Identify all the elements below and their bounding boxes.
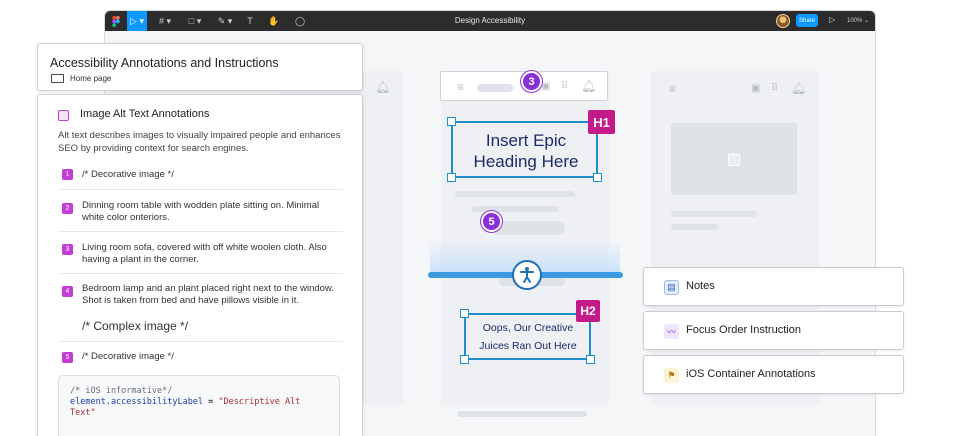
- hamburger-icon: ≡: [457, 80, 465, 94]
- item-text: Living room sofa, covered with off white…: [82, 242, 327, 265]
- bell-icon: 🔔︎: [375, 80, 391, 94]
- image-placeholder-icon: ▨: [671, 123, 797, 195]
- list-item: 2 Dinning room table with wodden plate s…: [58, 189, 343, 231]
- code-operator: =: [203, 397, 219, 407]
- placeholder-line: [671, 211, 757, 217]
- h2-tag-badge: H2: [576, 300, 600, 322]
- focus-order-label: Focus Order Instruction: [686, 324, 801, 336]
- annotations-header-panel: Accessibility Annotations and Instructio…: [37, 43, 363, 91]
- video-icon: ▣: [751, 83, 761, 94]
- section-title: Image Alt Text Annotations: [80, 108, 210, 120]
- item-number-badge: 1: [62, 169, 73, 180]
- trend-icon: 〰: [664, 324, 679, 339]
- grid-icon: ⠿: [561, 81, 569, 92]
- panel-title: Accessibility Annotations and Instructio…: [50, 56, 279, 70]
- h1-heading-text: Insert Epic Heading Here: [473, 131, 579, 171]
- notes-icon: ▤: [664, 280, 679, 295]
- item-note: /* Complex image */: [82, 319, 189, 333]
- item-text: /* Decorative image */: [82, 351, 174, 362]
- resize-handle[interactable]: [460, 355, 469, 364]
- item-number-badge: 5: [62, 352, 73, 363]
- resize-handle[interactable]: [593, 173, 602, 182]
- notes-button[interactable]: ▤ Notes: [643, 267, 904, 306]
- item-number-badge: 2: [62, 203, 73, 214]
- focus-order-badge-3[interactable]: 3: [521, 71, 542, 92]
- ios-container-button[interactable]: ⚑ iOS Container Annotations: [643, 355, 904, 394]
- ios-container-label: iOS Container Annotations: [686, 368, 816, 380]
- laptop-icon: [51, 74, 64, 83]
- list-item: 3 Living room sofa, covered with off whi…: [58, 231, 343, 273]
- placeholder-line: [457, 411, 587, 417]
- video-icon: ▣: [541, 81, 551, 92]
- bell-icon: 🔔︎: [791, 81, 807, 95]
- item-text: /* Decorative image */: [82, 169, 174, 180]
- h2-heading-text: Oops, Our Creative Juices Ran Out Here: [479, 322, 577, 352]
- hamburger-icon: ≡: [669, 82, 677, 96]
- placeholder-line: [471, 206, 559, 212]
- code-snippet: /* iOS informative*/ element.accessibili…: [58, 375, 340, 436]
- section-description: Alt text describes images to visually im…: [58, 130, 341, 154]
- bell-icon: 🔔︎: [581, 79, 597, 93]
- resize-handle[interactable]: [460, 309, 469, 318]
- resize-handle[interactable]: [447, 173, 456, 182]
- flag-icon: ⚑: [664, 368, 679, 383]
- share-button[interactable]: Share: [796, 14, 818, 27]
- resize-handle[interactable]: [447, 117, 456, 126]
- stage: ▷ ▾ # ▾ □ ▾ ✎ ▾ T ✋ ◯ Design Accessibili…: [0, 0, 980, 436]
- focus-order-badge-5[interactable]: 5: [481, 211, 502, 232]
- figma-toolbar: ▷ ▾ # ▾ □ ▾ ✎ ▾ T ✋ ◯ Design Accessibili…: [105, 11, 875, 31]
- h1-tag-badge: H1: [588, 110, 615, 134]
- placeholder-pill: [493, 221, 565, 235]
- document-title: Design Accessibility: [454, 16, 526, 25]
- avatar[interactable]: [776, 14, 790, 28]
- code-comment: /* iOS informative*/: [70, 386, 173, 396]
- list-item: 4 Bedroom lamp and an plant placed right…: [58, 273, 343, 341]
- item-text: Dinning room table with wodden plate sit…: [82, 200, 320, 223]
- focus-order-button[interactable]: 〰 Focus Order Instruction: [643, 311, 904, 350]
- code-property: element.accessibilityLabel: [70, 397, 204, 407]
- accessibility-icon[interactable]: [512, 260, 542, 290]
- page-name: Home page: [70, 74, 112, 83]
- zoom-dropdown[interactable]: 100% ⌄: [847, 17, 869, 24]
- list-item: 1 /* Decorative image */: [58, 165, 343, 189]
- item-number-badge: 3: [62, 244, 73, 255]
- item-text: Bedroom lamp and an plant placed right n…: [82, 283, 334, 306]
- list-item: 5 /* Decorative image */: [58, 341, 343, 371]
- placeholder-line: [671, 224, 719, 230]
- resize-handle[interactable]: [586, 355, 595, 364]
- item-number-badge: 4: [62, 286, 73, 297]
- grid-icon: ⠿: [771, 83, 779, 94]
- placeholder-line: [455, 191, 575, 197]
- alt-text-panel: Image Alt Text Annotations Alt text desc…: [37, 94, 363, 436]
- present-play-icon[interactable]: ▷: [829, 15, 835, 24]
- placeholder-pill: [477, 84, 513, 92]
- notes-label: Notes: [686, 280, 715, 292]
- image-icon: [58, 110, 69, 121]
